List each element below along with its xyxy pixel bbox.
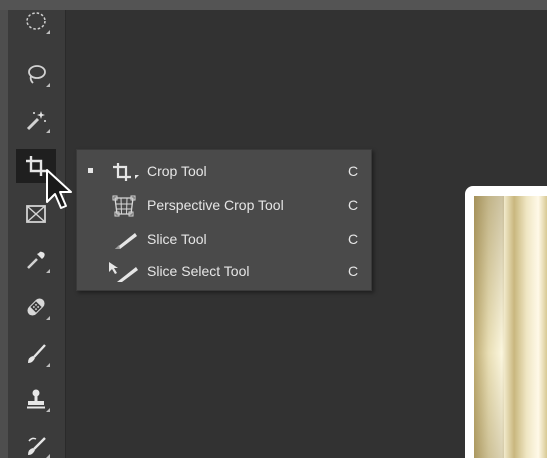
- submenu-indicator: [46, 129, 50, 133]
- magic-wand-tool[interactable]: [16, 103, 56, 137]
- shortcut-key: C: [348, 197, 359, 213]
- menu-item-label: Perspective Crop Tool: [147, 197, 284, 213]
- canvas-edge: [465, 196, 474, 266]
- brush-tool[interactable]: [16, 337, 56, 371]
- history-brush-tool[interactable]: [16, 428, 56, 458]
- bandage-icon: [27, 298, 45, 316]
- submenu-indicator: [46, 269, 50, 273]
- menu-item-perspective-crop-tool[interactable]: Perspective Crop Tool C: [77, 190, 371, 221]
- menu-item-slice-tool[interactable]: Slice Tool C: [77, 224, 371, 255]
- magic-wand-icon: [26, 111, 46, 131]
- slice-icon: [107, 229, 143, 251]
- elliptical-marquee-tool[interactable]: [16, 4, 56, 38]
- perspective-crop-icon: [107, 195, 143, 217]
- lasso-tool[interactable]: [16, 57, 56, 91]
- menu-item-crop-tool[interactable]: Crop Tool C: [77, 156, 371, 187]
- shortcut-key: C: [348, 231, 359, 247]
- brush-icon: [28, 344, 46, 363]
- clone-stamp-tool[interactable]: [16, 382, 56, 416]
- tools-panel: [8, 10, 66, 458]
- left-gutter: [0, 10, 8, 458]
- shortcut-key: C: [348, 263, 359, 279]
- eyedropper-icon: [27, 251, 45, 269]
- menu-item-label: Slice Tool: [147, 231, 207, 247]
- top-bar: [0, 0, 547, 10]
- shortcut-key: C: [348, 163, 359, 179]
- submenu-indicator: [46, 363, 50, 367]
- slice-select-icon: [107, 261, 143, 283]
- menu-item-label: Slice Select Tool: [147, 263, 250, 279]
- submenu-indicator: [46, 408, 50, 412]
- eyedropper-tool[interactable]: [16, 243, 56, 277]
- submenu-indicator: [46, 83, 50, 87]
- healing-brush-tool[interactable]: [16, 290, 56, 324]
- selected-bullet-icon: [88, 168, 93, 173]
- submenu-indicator: [46, 30, 50, 34]
- stamp-icon: [27, 389, 45, 409]
- submenu-indicator: [46, 454, 50, 458]
- photoshop-window: Crop Tool C Perspective Crop Tool C Slic…: [0, 0, 547, 458]
- lasso-icon: [28, 65, 46, 84]
- crop-tool-flyout-menu: Crop Tool C Perspective Crop Tool C Slic…: [76, 149, 372, 291]
- mouse-cursor-icon: [45, 168, 75, 214]
- crop-icon: [107, 161, 143, 183]
- menu-item-slice-select-tool[interactable]: Slice Select Tool C: [77, 256, 371, 287]
- elliptical-marquee-icon: [26, 12, 46, 30]
- history-brush-icon: [28, 437, 46, 455]
- submenu-indicator: [46, 316, 50, 320]
- menu-item-label: Crop Tool: [147, 163, 207, 179]
- image-shading: [474, 196, 504, 458]
